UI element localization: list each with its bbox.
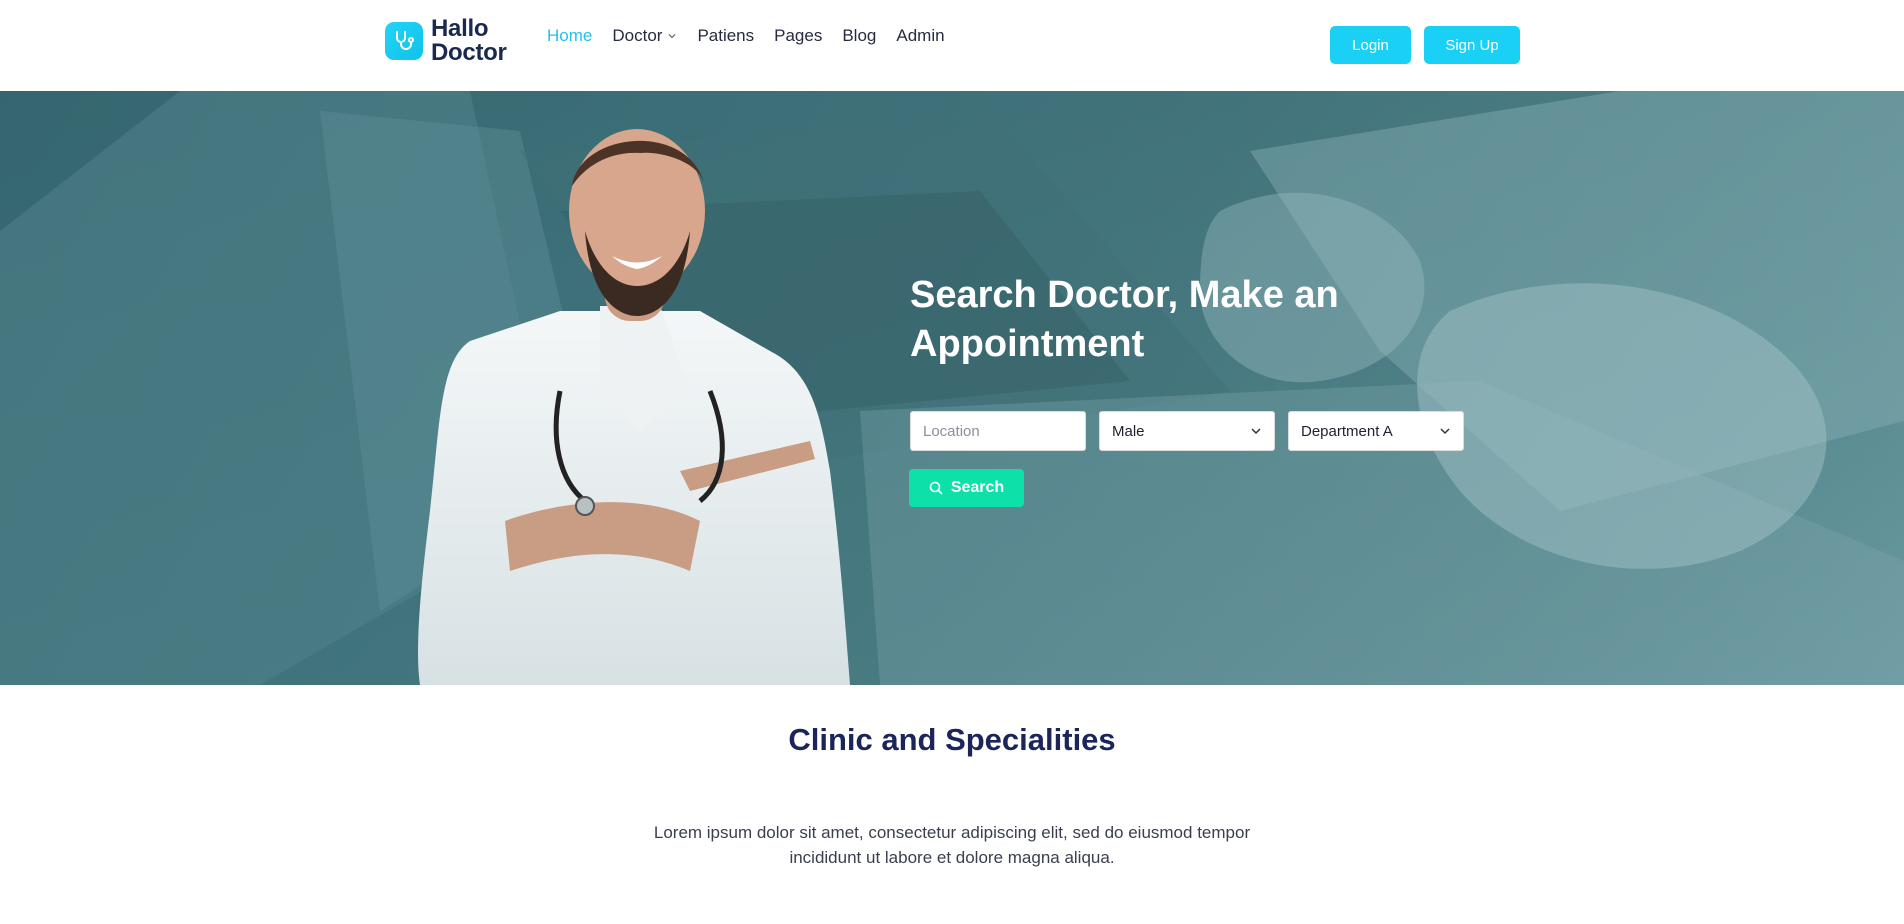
brand-name: Hallo Doctor — [431, 17, 507, 65]
nav-item-doctor[interactable]: Doctor — [612, 26, 677, 46]
nav-item-admin[interactable]: Admin — [896, 26, 944, 46]
nav-item-home[interactable]: Home — [547, 26, 592, 46]
hero-banner: Search Doctor, Make an Appointment Male … — [0, 91, 1904, 685]
brand-logo[interactable]: Hallo Doctor — [385, 17, 507, 65]
nav-item-label: Patiens — [697, 26, 755, 45]
top-header: Hallo Doctor Home Doctor Patiens Pages B… — [0, 0, 1904, 91]
section-description: Lorem ipsum dolor sit amet, consectetur … — [653, 823, 1251, 867]
signup-button[interactable]: Sign Up — [1424, 26, 1520, 64]
gender-select-value: Male — [1112, 422, 1145, 440]
department-select[interactable]: Department A — [1288, 411, 1464, 451]
brand-name-line2: Doctor — [431, 39, 507, 66]
stethoscope-icon — [385, 22, 423, 60]
nav-item-pages[interactable]: Pages — [774, 26, 822, 46]
chevron-down-icon — [668, 34, 676, 39]
nav-item-patiens[interactable]: Patiens — [697, 26, 754, 46]
login-button[interactable]: Login — [1330, 26, 1411, 64]
hero-background-image — [0, 91, 1904, 685]
nav-item-label: Home — [547, 26, 593, 45]
chevron-down-icon — [1440, 428, 1450, 435]
search-button[interactable]: Search — [909, 469, 1024, 507]
search-icon — [929, 481, 943, 495]
search-button-label: Search — [950, 479, 1005, 496]
gender-select[interactable]: Male — [1099, 411, 1275, 451]
chevron-down-icon — [1251, 428, 1261, 435]
location-input[interactable] — [923, 422, 1073, 440]
nav-item-label: Pages — [774, 26, 823, 45]
brand-name-line1: Hallo — [431, 15, 489, 42]
nav-item-label: Blog — [842, 26, 877, 45]
nav-item-label: Admin — [896, 26, 945, 45]
location-field[interactable] — [910, 411, 1086, 451]
nav-item-label: Doctor — [612, 26, 663, 45]
hero-title: Search Doctor, Make an Appointment — [910, 274, 1339, 365]
department-select-value: Department A — [1301, 422, 1393, 440]
main-nav: Home Doctor Patiens Pages Blog Admin — [547, 26, 965, 46]
nav-item-blog[interactable]: Blog — [842, 26, 876, 46]
section-title: Clinic and Specialities — [788, 722, 1116, 757]
